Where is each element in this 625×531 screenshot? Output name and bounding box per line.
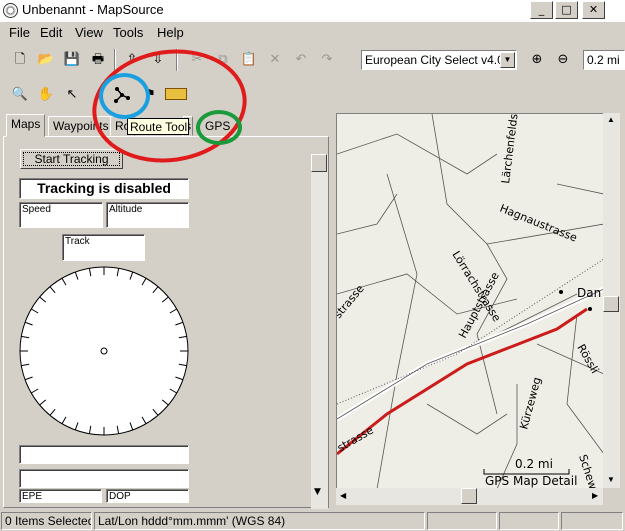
scroll-left-icon[interactable]: ◀ [340, 491, 346, 500]
save-icon[interactable]: 💾 [61, 49, 83, 71]
window-title: Unbenannt - MapSource [22, 2, 164, 17]
zoom-in-icon[interactable]: ⊕ [526, 49, 548, 71]
delete-icon[interactable]: ✕ [264, 49, 286, 71]
map-view[interactable]: Lärchenfeldstrasse Hagnaustrasse Lörrach… [336, 113, 603, 488]
map-vertical-scrollbar[interactable]: ▲ ▼ [603, 113, 620, 488]
compass [19, 266, 189, 436]
epe-label: EPE [22, 491, 43, 502]
open-icon[interactable]: 📂 [35, 49, 57, 71]
status-cell [561, 512, 623, 530]
hand-tool-icon[interactable]: ✋ [35, 84, 57, 106]
paste-icon[interactable]: 📋 [238, 49, 260, 71]
scroll-down-icon[interactable]: ▼ [607, 475, 615, 484]
speed-field: Speed [19, 202, 103, 228]
print-icon[interactable]: 🖶 [87, 49, 109, 71]
altitude-field: Altitude [106, 202, 189, 228]
menu-tools[interactable]: Tools [113, 25, 143, 40]
scroll-down-icon[interactable]: ▼ [314, 487, 321, 497]
speed-label: Speed [22, 204, 51, 215]
distance-tool-icon[interactable] [165, 88, 187, 100]
menu-view[interactable]: View [75, 25, 103, 40]
start-tracking-button[interactable]: Start Tracking [20, 149, 123, 169]
menu-help[interactable]: Help [157, 25, 184, 40]
status-cell [427, 512, 497, 530]
new-icon[interactable]: 🗋 [9, 49, 31, 71]
title-bar: Unbenannt - MapSource _ □ ✕ [0, 0, 625, 22]
redo-icon[interactable]: ↷ [316, 49, 338, 71]
minimize-icon: _ [538, 3, 545, 16]
map-place-label: Dan [577, 286, 601, 300]
gps-info-field [19, 469, 189, 488]
undo-icon[interactable]: ↶ [290, 49, 312, 71]
epe-field: EPE [19, 489, 102, 503]
dop-label: DOP [109, 491, 131, 502]
scroll-right-icon[interactable]: ▶ [592, 491, 598, 500]
tab-waypoints[interactable]: Waypoints [48, 116, 114, 136]
scroll-up-icon[interactable]: ▲ [607, 115, 615, 124]
scroll-thumb[interactable] [311, 154, 327, 172]
cut-icon[interactable]: ✂ [186, 49, 208, 71]
map-caption: GPS Map Detail [485, 474, 577, 488]
altitude-label: Altitude [109, 204, 143, 215]
minimize-button[interactable]: _ [530, 1, 553, 19]
status-cell [499, 512, 559, 530]
status-items-selected: 0 Items Selected [1, 512, 92, 530]
tab-gps[interactable]: GPS [200, 116, 235, 136]
tracking-status: Tracking is disabled [19, 178, 189, 199]
maximize-icon: □ [561, 3, 572, 16]
close-button[interactable]: ✕ [582, 1, 605, 19]
scroll-thumb[interactable] [603, 296, 619, 312]
tooltip: Route Tool [127, 118, 189, 135]
product-select-value: European City Select v4.00 [365, 53, 511, 67]
menu-bar: File Edit View Tools Help [0, 23, 625, 43]
route-tool-icon[interactable] [111, 84, 133, 106]
globe-icon [3, 3, 18, 18]
dop-field: DOP [106, 489, 189, 503]
map-poi-icon [559, 290, 563, 294]
map-scale-text: 0.2 mi [515, 457, 553, 471]
selection-tool-icon[interactable]: ↖ [61, 84, 83, 106]
product-select[interactable]: European City Select v4.00 ▼ [361, 50, 517, 70]
receive-from-device-icon[interactable]: ⇩ [147, 49, 169, 71]
menu-edit[interactable]: Edit [40, 25, 62, 40]
close-icon: ✕ [588, 3, 599, 16]
scroll-track[interactable] [311, 154, 328, 509]
send-to-device-icon[interactable]: ⇧ [121, 49, 143, 71]
tool-toolbar: 🔍 ✋ ↖ ⚑ [0, 83, 200, 109]
maximize-button[interactable]: □ [555, 1, 578, 19]
copy-icon[interactable]: ⧉ [212, 49, 234, 71]
gps-info-field [19, 445, 189, 464]
map-poi-icon [588, 307, 592, 311]
tab-maps[interactable]: Maps [6, 114, 46, 137]
status-bar: 0 Items Selected Lat/Lon hddd°mm.mmm' (W… [0, 510, 625, 531]
zoom-tool-icon[interactable]: 🔍 [9, 84, 31, 106]
map-canvas[interactable]: Lärchenfeldstrasse Hagnaustrasse Lörrach… [337, 114, 603, 488]
track-label: Track [65, 236, 90, 247]
waypoint-tool-icon[interactable]: ⚑ [139, 84, 161, 106]
chevron-down-icon[interactable]: ▼ [500, 52, 515, 68]
status-position-format: Lat/Lon hddd°mm.mmm' (WGS 84) [94, 512, 425, 530]
map-horizontal-scrollbar[interactable]: ◀ ▶ [336, 488, 603, 505]
zoom-scale-field[interactable]: 0.2 mi [583, 50, 625, 70]
zoom-out-icon[interactable]: ⊖ [552, 49, 574, 71]
scroll-thumb[interactable] [461, 488, 477, 504]
menu-file[interactable]: File [9, 25, 30, 40]
track-field: Track [62, 234, 145, 261]
toolbar-separator [176, 49, 178, 71]
toolbar-separator [114, 49, 116, 71]
panel-scrollbar[interactable]: ▼ [311, 144, 328, 509]
